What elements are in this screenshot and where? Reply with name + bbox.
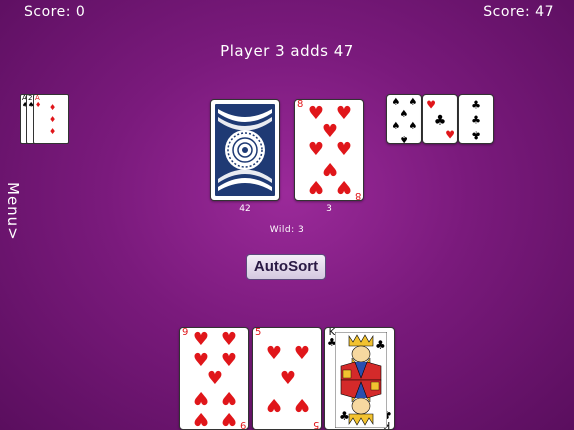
spade-icon: ♠ xyxy=(399,133,409,144)
card-clubs-red-face[interactable]: ♥ ♣ ♥ xyxy=(422,94,458,144)
heart-icon: ♥ xyxy=(192,387,210,408)
club-icon: ♣ xyxy=(433,113,447,129)
svg-text:♣: ♣ xyxy=(375,338,386,352)
card-rank-top: 5 xyxy=(255,328,261,338)
autosort-button[interactable]: AutoSort xyxy=(246,254,326,280)
draw-pile-count: 42 xyxy=(239,204,251,214)
wild-card-label: Wild: 3 xyxy=(269,225,305,235)
card-spades[interactable]: ♠ ♠ ♠ ♠ ♠ ♠ xyxy=(386,94,422,144)
heart-icon: ♥ xyxy=(293,343,311,364)
heart-icon: ♥ xyxy=(335,139,353,160)
diamond-icon: ♦ xyxy=(49,127,57,136)
hand-card-king-clubs[interactable]: K ♣ K ♣ ♣ ♣ xyxy=(324,327,395,430)
card-rank-value: 8 xyxy=(354,190,361,201)
diamond-icon: ♦ xyxy=(49,103,57,112)
draw-pile[interactable] xyxy=(210,99,280,201)
heart-icon: ♥ xyxy=(206,368,224,389)
card-clubs[interactable]: ♣ ♣ ♣ xyxy=(458,94,494,144)
heart-icon: ♥ xyxy=(220,329,238,350)
heart-icon: ♥ xyxy=(265,343,283,364)
king-face-icon: ♣ ♣ xyxy=(335,332,387,428)
card-ace-diamonds[interactable]: A ♦ ♦ ♦ ♦ xyxy=(33,94,69,144)
heart-icon: ♥ xyxy=(293,394,311,415)
discard-pile-count: 3 xyxy=(326,204,332,214)
card-rank-top: 9 xyxy=(182,328,188,338)
spade-icon: ♠ xyxy=(399,109,409,120)
card-rank-value: 9 xyxy=(182,327,189,338)
spade-icon: ♠ xyxy=(408,121,418,132)
hand-card-5-hearts[interactable]: 5 5 ♥ ♥ ♥ ♥ ♥ xyxy=(252,327,322,430)
heart-icon: ♥ xyxy=(220,387,238,408)
card-back-pattern-icon xyxy=(214,103,276,197)
discard-pile-8-hearts[interactable]: 8 8 ♥ ♥ ♥ ♥ ♥ ♥ ♥ ♥ xyxy=(294,99,364,201)
heart-icon: ♥ xyxy=(279,368,297,389)
hand-card-9-hearts[interactable]: 9 9 ♥ ♥ ♥ ♥ ♥ ♥ ♥ ♥ ♥ xyxy=(179,327,249,430)
spade-icon: ♠ xyxy=(391,97,401,108)
heart-icon: ♥ xyxy=(192,408,210,429)
status-message: Player 3 adds 47 xyxy=(220,42,354,60)
heart-icon: ♥ xyxy=(445,128,455,142)
card-rank-bottom: 8 xyxy=(355,190,361,200)
club-icon: ♣ xyxy=(471,98,481,112)
card-rank-value: 5 xyxy=(312,419,319,430)
club-icon: ♣ xyxy=(471,113,481,127)
heart-icon: ♥ xyxy=(426,98,436,112)
diamond-icon: ♦ xyxy=(49,115,57,124)
card-rank-value: 8 xyxy=(297,99,304,110)
card-rank-bottom: 5 xyxy=(313,419,319,429)
heart-icon: ♥ xyxy=(220,408,238,429)
heart-icon: ♥ xyxy=(321,158,339,179)
heart-icon: ♥ xyxy=(265,394,283,415)
heart-icon: ♥ xyxy=(307,176,325,197)
menu-button[interactable]: Menu> xyxy=(0,182,22,248)
card-rank-value: 9 xyxy=(239,419,246,430)
heart-icon: ♥ xyxy=(307,139,325,160)
card-rank-top: 8 xyxy=(297,100,303,110)
spade-icon: ♠ xyxy=(408,97,418,108)
opponent-score: Score: 47 xyxy=(483,4,554,20)
diamond-icon: ♦ xyxy=(35,101,42,109)
card-rank-bottom: 9 xyxy=(240,419,246,429)
player-score: Score: 0 xyxy=(24,4,86,20)
heart-icon: ♥ xyxy=(220,350,238,371)
heart-icon: ♥ xyxy=(192,329,210,350)
spade-icon: ♠ xyxy=(391,121,401,132)
heart-icon: ♥ xyxy=(335,103,353,124)
svg-text:♣: ♣ xyxy=(339,409,350,423)
heart-icon: ♥ xyxy=(335,176,353,197)
card-rank-value: 5 xyxy=(255,327,262,338)
club-icon: ♣ xyxy=(471,128,481,142)
